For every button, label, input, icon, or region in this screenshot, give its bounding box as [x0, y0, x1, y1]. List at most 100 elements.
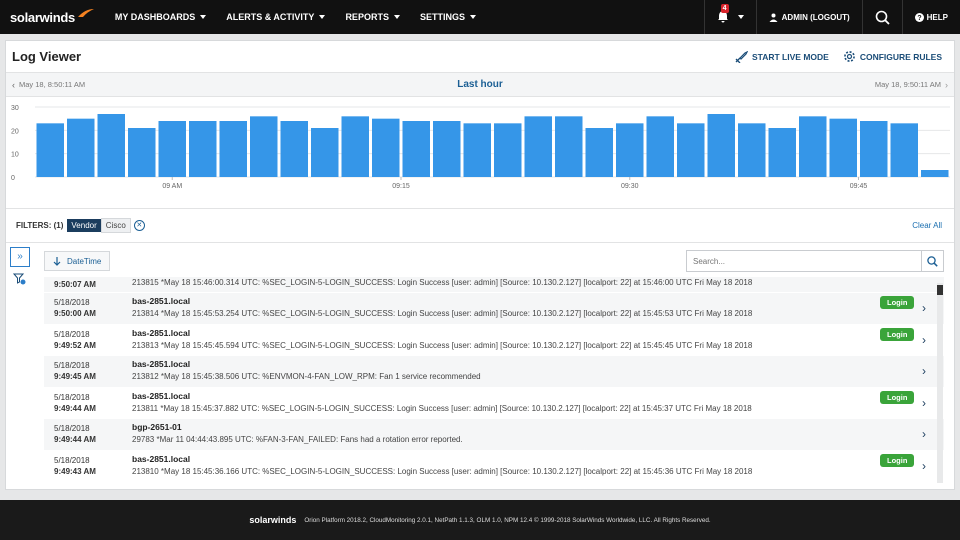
log-list-area: » DateTime 9:50:07 AM 213815 *May 18 15:… — [6, 243, 954, 489]
expand-sidebar-button[interactable]: » — [10, 247, 30, 267]
row-date-value: 5/18/2018 — [54, 329, 90, 339]
scrollbar-thumb[interactable] — [937, 285, 943, 295]
chevron-right-icon[interactable]: › — [922, 364, 926, 378]
row-time: 9:49:44 AM — [54, 435, 96, 444]
solarwinds-logo[interactable]: solarwinds — [0, 0, 105, 34]
histogram-bar[interactable] — [860, 121, 888, 177]
histogram-bar[interactable] — [921, 170, 949, 177]
histogram-bar[interactable] — [829, 118, 858, 177]
histogram-bar[interactable] — [524, 116, 553, 177]
histogram-bar[interactable] — [250, 116, 278, 177]
x-tick-label: 09:15 — [392, 183, 410, 190]
histogram-bar[interactable] — [67, 118, 95, 177]
time-range-bar: ‹ May 18, 8:50:11 AM Last hour May 18, 9… — [6, 73, 954, 97]
sort-label: DateTime — [67, 256, 102, 266]
chevron-right-icon[interactable]: › — [922, 333, 926, 347]
histogram-bar[interactable] — [890, 123, 919, 177]
x-tick-label: 09:30 — [621, 183, 639, 190]
histogram-bar[interactable] — [494, 123, 522, 177]
remove-filter-icon[interactable]: ✕ — [133, 220, 145, 231]
start-live-label: START LIVE MODE — [752, 51, 829, 62]
start-live-mode-button[interactable]: START LIVE MODE — [735, 50, 829, 63]
chevron-right-icon[interactable]: › — [922, 396, 926, 410]
chevron-right-icon[interactable]: › — [922, 427, 926, 441]
row-message: 213811 *May 18 15:45:37.882 UTC: %SEC_LO… — [132, 403, 752, 413]
histogram-bar[interactable] — [372, 118, 400, 177]
nav-reports[interactable]: REPORTS — [335, 0, 410, 34]
row-badge: Login — [880, 453, 915, 467]
row-host: bas-2851.local — [132, 390, 191, 401]
header-actions: START LIVE MODE CONFIGURE RULES — [735, 50, 942, 63]
range-next-button[interactable]: May 18, 9:50:11 AM › — [875, 80, 948, 90]
chevron-left-icon: ‹ — [12, 79, 15, 90]
nav-label: SETTINGS — [419, 12, 465, 22]
histogram-bar[interactable] — [555, 116, 583, 177]
range-end: May 18, 9:50:11 AM — [874, 80, 941, 89]
histogram-bar[interactable] — [158, 121, 187, 177]
x-tick-label: 09:45 — [850, 183, 868, 190]
log-row[interactable]: 5/18/2018 9:49:44 AM bgp-2651-01 29783 *Mar… — [44, 419, 944, 451]
help-button[interactable]: ? HELP — [901, 0, 960, 34]
footer: solarwinds Orion Platform 2018.2, CloudM… — [0, 500, 960, 540]
row-badge: Login — [880, 327, 915, 341]
y-tick-label: 0 — [11, 175, 15, 182]
histogram-bar[interactable] — [677, 123, 705, 177]
chevron-right-icon[interactable]: › — [922, 459, 926, 473]
range-start: May 18, 8:50:11 AM — [19, 80, 86, 89]
histogram-bar[interactable] — [463, 123, 492, 177]
histogram-bar[interactable] — [707, 114, 736, 177]
clear-all-link[interactable]: Clear All — [912, 221, 942, 230]
row-date-value: 5/18/2018 — [54, 361, 90, 370]
row-message: 213812 *May 18 15:45:38.506 UTC: %ENVMON… — [132, 372, 481, 381]
histogram-bar[interactable] — [616, 123, 644, 177]
histogram-bar[interactable] — [189, 121, 217, 177]
search-input[interactable] — [687, 251, 921, 271]
row-host: bas-2851.local — [132, 296, 191, 306]
histogram-bar[interactable] — [433, 121, 461, 177]
nav-settings[interactable]: SETTINGS — [410, 0, 486, 34]
chevron-right-icon[interactable]: › — [922, 301, 926, 315]
scrollbar[interactable] — [937, 283, 943, 483]
histogram-bar[interactable] — [585, 128, 614, 177]
caret-down-icon — [200, 15, 207, 19]
filter-icon[interactable] — [12, 273, 26, 285]
log-row[interactable]: 5/18/2018 9:49:44 AM bas-2851.local 213811 … — [44, 387, 944, 419]
histogram-bar[interactable] — [36, 123, 65, 177]
nav-my-dashboards[interactable]: MY DASHBOARDS — [105, 0, 216, 34]
histogram-bar[interactable] — [738, 123, 766, 177]
histogram-bar[interactable] — [402, 121, 431, 177]
filter-chip-value: Cisco — [100, 218, 131, 233]
histogram-bar[interactable] — [799, 116, 827, 177]
histogram-bar[interactable] — [768, 128, 797, 177]
log-row-partial[interactable]: 9:50:07 AM 213815 *May 18 15:46:00.314 U… — [44, 277, 944, 293]
histogram-bar[interactable] — [280, 121, 309, 177]
log-histogram: 30 20 10 0 09 AM 09:15 09:30 09:45 — [6, 97, 954, 209]
range-prev-button[interactable]: ‹ May 18, 8:50:11 AM — [12, 80, 85, 90]
nav-alerts-activity[interactable]: ALERTS & ACTIVITY — [216, 0, 335, 34]
log-row[interactable]: 5/18/2018 9:49:45 AM bas-2851.local 213812 … — [44, 356, 944, 388]
notifications-button[interactable]: 4 — [703, 0, 756, 34]
log-viewer-panel: Log Viewer START LIVE MODE CONFIGURE RUL… — [5, 40, 955, 490]
histogram-bar[interactable] — [646, 116, 675, 177]
log-rows: 9:50:07 AM 213815 *May 18 15:46:00.314 U… — [44, 277, 944, 489]
range-label[interactable]: Last hour — [457, 79, 503, 90]
search-submit-button[interactable] — [921, 251, 943, 271]
row-badge: Login — [880, 296, 915, 309]
configure-rules-button[interactable]: CONFIGURE RULES — [843, 50, 942, 63]
search-button[interactable] — [861, 0, 902, 34]
log-row[interactable]: 5/18/2018 9:49:52 AM bas-2851.local 213813 … — [44, 324, 944, 356]
histogram-bar[interactable] — [341, 116, 370, 177]
log-row[interactable]: 5/18/2018 9:50:00 AM bas-2851.local 213814 … — [44, 293, 944, 325]
histogram-bar[interactable] — [311, 128, 339, 177]
histogram-bar[interactable] — [128, 128, 156, 177]
row-host: bas-2851.local — [132, 359, 191, 369]
log-row[interactable]: 5/18/2018 9:49:43 AM bas-2851.local 213810 … — [44, 450, 944, 482]
histogram-bar[interactable] — [219, 121, 248, 177]
histogram-bar[interactable] — [97, 114, 126, 177]
user-menu[interactable]: ADMIN (LOGOUT) — [755, 0, 862, 34]
row-time: 9:49:44 AM — [54, 403, 96, 413]
live-mode-icon — [735, 50, 748, 63]
caret-down-icon — [393, 15, 400, 19]
sort-datetime-button[interactable]: DateTime — [44, 251, 111, 271]
row-date-value: 5/18/2018 — [54, 298, 90, 307]
